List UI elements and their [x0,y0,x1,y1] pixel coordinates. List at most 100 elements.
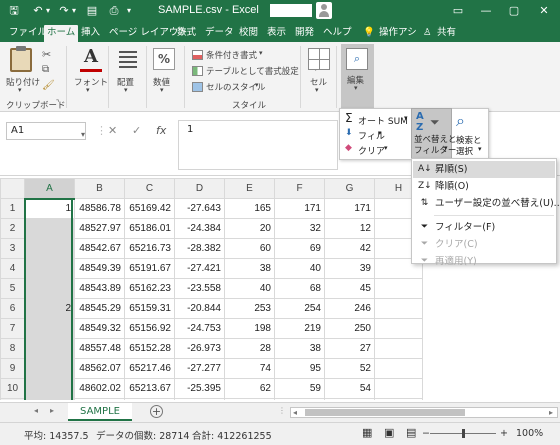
cell[interactable]: 48545.29 [74,298,125,319]
cell[interactable] [374,358,423,379]
font-dropdown-icon[interactable]: ▾ [86,86,90,94]
cell[interactable]: 48543.89 [74,278,125,299]
cell[interactable]: -24.753 [174,398,225,400]
save-icon[interactable]: 🖫 [6,3,22,19]
clear-icon[interactable]: ◆ [345,143,352,153]
autosum-button[interactable]: オート SUM [358,114,408,127]
cell[interactable]: -27.421 [174,258,225,279]
cell[interactable]: 48549.32 [74,318,125,339]
column-header[interactable]: C [124,178,175,199]
format-as-table-button[interactable]: テーブルとして書式設定 [206,65,299,77]
customize-qat-icon[interactable]: ▾ [124,3,134,19]
cell[interactable]: 65213.67 [124,378,175,399]
cell[interactable]: -28.382 [174,238,225,259]
cell[interactable]: -26.973 [174,338,225,359]
cell[interactable]: 28 [224,338,275,359]
cell[interactable]: 48602.02 [74,378,125,399]
tab-home[interactable]: ホーム [44,25,79,42]
cell[interactable]: 54 [324,378,375,399]
cell[interactable]: 48527.97 [74,218,125,239]
cell[interactable]: 48562.07 [74,358,125,379]
row-header[interactable]: 2 [0,218,25,239]
row-header[interactable]: 9 [0,358,25,379]
cell[interactable]: 65186.01 [124,218,175,239]
cell[interactable]: 69 [274,238,325,259]
copy-icon[interactable]: ⧉ [42,64,49,75]
row-header[interactable]: 11 [0,398,25,400]
cancel-icon[interactable]: ✕ [108,124,117,137]
tab-help[interactable]: ヘルプ [320,25,355,42]
cell[interactable]: 65156.92 [124,318,175,339]
form-icon[interactable]: ▤ [84,3,100,19]
close-icon[interactable]: ✕ [530,0,558,22]
cell[interactable]: 52 [324,358,375,379]
clear-button[interactable]: クリア [358,144,385,157]
scroll-left-icon[interactable]: ◂ [293,408,297,417]
cell[interactable]: 219 [274,318,325,339]
column-header[interactable]: E [224,178,275,199]
cell[interactable]: 65211.05 [124,398,175,400]
cell[interactable]: 171 [274,198,325,219]
cells-dropdown-icon[interactable]: ▾ [315,86,319,94]
find-select-label-2[interactable]: 選択 [456,145,473,157]
column-header[interactable]: G [324,178,375,199]
ribbon-display-options-icon[interactable]: ▭ [444,0,472,22]
cell[interactable]: 246 [324,298,375,319]
cell[interactable]: 30 [224,398,275,400]
font-button-label[interactable]: フォント [74,76,108,88]
tab-formulas[interactable]: 数式 [174,25,199,42]
name-box-dropdown-icon[interactable]: ▾ [81,127,85,143]
find-select-dropdown-icon[interactable]: ▾ [478,145,482,153]
minimize-icon[interactable]: — [472,0,500,22]
cell[interactable]: 254 [274,298,325,319]
cut-icon[interactable]: ✂ [42,48,51,61]
account-name-box[interactable] [270,4,312,17]
row-header[interactable]: 10 [0,378,25,399]
cell[interactable]: 2 [24,298,75,319]
tab-review[interactable]: 校閲 [236,25,261,42]
cell[interactable] [24,338,75,359]
sort-menu-item[interactable]: Z↓ 降順(O) [413,178,555,195]
tab-data[interactable]: データ [202,25,237,42]
row-header[interactable]: 4 [0,258,25,279]
cell[interactable] [374,338,423,359]
row-header[interactable]: 3 [0,238,25,259]
cell[interactable]: 171 [324,198,375,219]
cell[interactable]: 198 [224,318,275,339]
cell[interactable]: 20 [224,218,275,239]
format-as-table-icon[interactable] [192,66,203,76]
cell[interactable]: 48600.79 [74,398,125,400]
column-header[interactable]: A [24,178,75,200]
tab-split-handle[interactable]: ⋮ [278,406,286,415]
cell[interactable] [24,318,75,339]
cell[interactable]: 68 [274,278,325,299]
cell[interactable] [374,318,423,339]
row-header[interactable]: 8 [0,338,25,359]
row-header[interactable]: 5 [0,278,25,299]
zoom-out-icon[interactable]: − [422,428,430,439]
cell[interactable] [374,298,423,319]
format-painter-icon[interactable]: 🖌 [42,80,55,91]
sort-filter-button[interactable]: AZ ⏷ 並べ替えと フィルター ▾ [411,108,457,160]
cell[interactable]: 250 [324,318,375,339]
cell-styles-icon[interactable] [192,82,203,92]
alignment-icon[interactable] [117,48,139,70]
cell[interactable] [24,278,75,299]
redo-dropdown-icon[interactable]: ▾ [70,3,78,19]
cell[interactable]: 165 [224,198,275,219]
cell[interactable]: 38 [274,338,325,359]
insert-function-icon[interactable]: fx [156,124,166,137]
cell[interactable]: 27 [324,338,375,359]
cell[interactable]: 74 [224,358,275,379]
paste-dropdown-icon[interactable]: ▾ [18,86,22,94]
cell[interactable]: 48586.78 [74,198,125,219]
cell[interactable]: 253 [224,298,275,319]
page-break-view-icon[interactable]: ▤ [406,426,416,439]
font-icon[interactable]: A [80,46,102,72]
percent-icon[interactable]: % [153,48,175,70]
cell[interactable]: 39 [324,258,375,279]
sheet-prev-icon[interactable]: ◂ [34,406,38,415]
scroll-thumb[interactable] [305,409,465,416]
find-select-icon[interactable]: ⌕ [456,111,465,131]
cell[interactable]: -20.844 [174,298,225,319]
